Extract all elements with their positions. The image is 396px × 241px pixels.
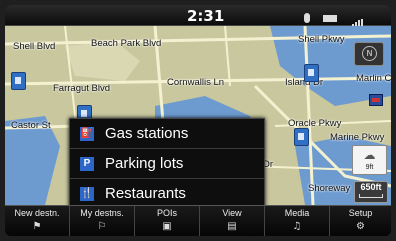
poi-icon: ▣ <box>162 221 172 232</box>
battery-icon <box>322 15 337 22</box>
view-button[interactable]: View ▤ <box>200 206 265 236</box>
route-icon: ⚐ <box>97 221 107 232</box>
music-note-icon: ♫ <box>292 221 302 232</box>
setup-button[interactable]: Setup ⚙ <box>330 206 391 236</box>
street-label: Shoreway <box>308 183 351 194</box>
pois-button[interactable]: POIs ▣ <box>135 206 200 236</box>
scale-bar-icon <box>359 194 383 198</box>
gas-station-icon: ⛽ <box>80 127 94 141</box>
country-flag-icon <box>369 94 383 106</box>
nav-button-label: New destn. <box>14 208 60 218</box>
street-label: Marine Pkwy <box>330 132 385 143</box>
poi-item-restaurants[interactable]: 🍴 Restaurants <box>70 179 264 208</box>
street-label: Farragut Blvd <box>53 83 111 94</box>
street-label: Shell Blvd <box>13 41 56 52</box>
flag-icon: ⚑ <box>32 221 42 232</box>
compass-icon: N <box>362 46 377 61</box>
signal-strength-icon <box>349 10 367 28</box>
street-label: Shell Pkwy <box>298 34 345 45</box>
map-poi-marker[interactable] <box>294 128 309 146</box>
weather-widget[interactable]: ☁ 9ft <box>352 145 387 175</box>
nav-button-label: POIs <box>156 208 177 218</box>
media-button[interactable]: Media ♫ <box>265 206 330 236</box>
scale-value: 650ft <box>360 182 382 192</box>
poi-item-label: Parking lots <box>105 155 184 172</box>
map-poi-marker[interactable] <box>304 64 319 82</box>
compass-button[interactable]: N <box>354 42 384 66</box>
nav-button-label: Setup <box>348 208 373 218</box>
parking-icon: P <box>80 157 94 171</box>
bottom-nav-bar: New destn. ⚑ My destns. ⚐ POIs ▣ View ▤ … <box>5 205 391 236</box>
street-label: Marlin Ct <box>356 73 391 84</box>
street-label: Cornwallis Ln <box>167 77 225 88</box>
restaurant-icon: 🍴 <box>80 187 94 201</box>
status-bar: 2:31 <box>5 5 391 28</box>
my-destinations-button[interactable]: My destns. ⚐ <box>70 206 135 236</box>
poi-category-menu: ⛽ Gas stations P Parking lots 🍴 Restaura… <box>69 118 265 208</box>
street-label: Castor St <box>11 120 51 131</box>
cloud-icon: ☁ <box>363 148 376 162</box>
poi-item-label: Gas stations <box>105 125 189 142</box>
bluetooth-icon <box>304 13 311 23</box>
map-poi-marker[interactable] <box>11 72 26 90</box>
nav-button-label: Media <box>284 208 310 218</box>
poi-item-gas-stations[interactable]: ⛽ Gas stations <box>70 119 264 149</box>
nav-button-label: My destns. <box>80 208 124 218</box>
settings-icon: ⚙ <box>356 221 365 232</box>
poi-item-label: Restaurants <box>105 185 186 202</box>
poi-item-parking-lots[interactable]: P Parking lots <box>70 149 264 179</box>
nav-button-label: View <box>222 208 242 218</box>
new-destination-button[interactable]: New destn. ⚑ <box>5 206 70 236</box>
clock: 2:31 <box>187 7 225 25</box>
nav-screen: 2:31 Shell Blvd Beach Park Blvd Shell Pk… <box>5 5 391 236</box>
street-label: Beach Park Blvd <box>91 38 162 49</box>
weather-value: 9ft <box>365 164 374 171</box>
map-scale[interactable]: 650ft <box>354 181 388 203</box>
map-view-icon: ▤ <box>227 221 237 232</box>
